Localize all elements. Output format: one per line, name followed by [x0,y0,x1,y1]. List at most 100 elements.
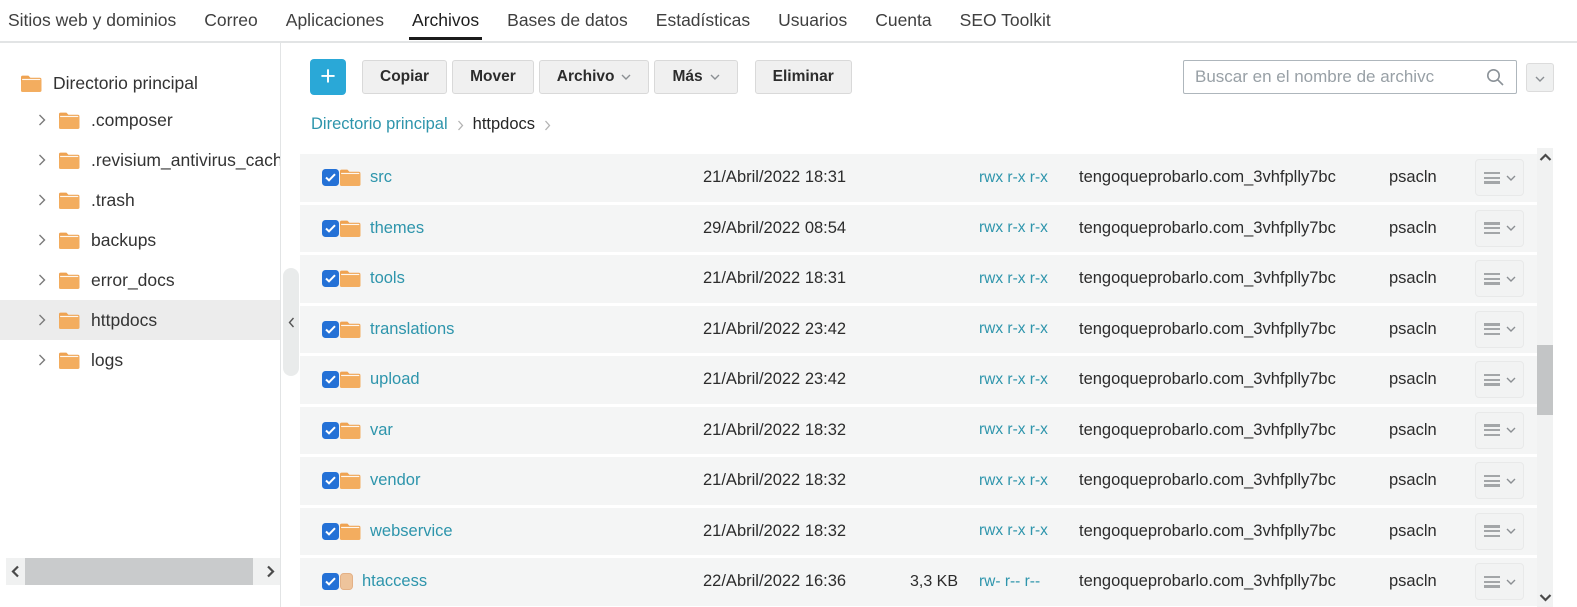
file-owner: tengoqueprobarlo.com_3vhfplly7bc [1079,471,1336,490]
chevron-down-icon [710,74,720,80]
row-checkbox[interactable] [322,472,339,490]
sidebar-horizontal-scrollbar[interactable] [6,558,280,585]
file-owner: tengoqueprobarlo.com_3vhfplly7bc [1079,168,1336,187]
chevron-down-icon [1506,579,1516,585]
chevron-right-icon[interactable] [38,194,46,206]
row-checkbox[interactable] [322,371,339,389]
permissions-link[interactable]: rwx r-x r-x [979,169,1048,186]
row-menu-button[interactable] [1475,209,1524,247]
sidebar-item-httpdocs[interactable]: httpdocs [0,300,280,340]
archivo-button[interactable]: Archivo [538,60,650,94]
chevron-right-icon[interactable] [38,114,46,126]
sidebar-folder-label: .revisium_antivirus_cach [91,149,280,170]
vertical-scrollbar-thumb[interactable] [1537,345,1553,415]
chevron-down-icon [1506,377,1516,383]
row-menu-button[interactable] [1475,361,1524,399]
sidebar-item-trash[interactable]: .trash [0,180,280,220]
chevron-right-icon[interactable] [38,234,46,246]
file-group: psacln [1389,168,1437,187]
row-checkbox[interactable] [322,421,339,439]
eliminar-button[interactable]: Eliminar [754,60,852,94]
scroll-left-arrow-icon[interactable] [11,558,20,585]
permissions-link[interactable]: rw- r-- r-- [979,573,1040,590]
breadcrumb-root-link[interactable]: Directorio principal [311,115,448,134]
permissions-link[interactable]: rwx r-x r-x [979,219,1048,236]
chevron-right-icon[interactable] [38,314,46,326]
row-checkbox[interactable] [322,522,339,540]
modified-date: 21/Abril/2022 18:32 [703,420,847,439]
folder-icon [59,152,80,169]
permissions-link[interactable]: rwx r-x r-x [979,522,1048,539]
file-name-link[interactable]: themes [370,219,424,238]
nav-tab-aplicaciones[interactable]: Aplicaciones [272,0,398,41]
row-menu-button[interactable] [1475,159,1524,197]
permissions-link[interactable]: rwx r-x r-x [979,472,1048,489]
permissions-link[interactable]: rwx r-x r-x [979,270,1048,287]
sidebar-item-composer[interactable]: .composer [0,100,280,140]
mover-button[interactable]: Mover [452,60,534,94]
sidebar-item-logs[interactable]: logs [0,340,280,380]
file-name-link[interactable]: var [370,421,393,440]
sidebar-item-revisium-antivirus-cach[interactable]: .revisium_antivirus_cach [0,140,280,180]
file-name-link[interactable]: translations [370,320,454,339]
toolbar-button-label: Archivo [556,68,615,85]
sidebar-item-error-docs[interactable]: error_docs [0,260,280,300]
nav-tab-estad-sticas[interactable]: Estadísticas [642,0,764,41]
chevron-down-icon [1506,528,1516,535]
add-new-button[interactable]: + [310,59,346,95]
copiar-button[interactable]: Copiar [362,60,448,94]
file-group: psacln [1389,572,1437,591]
modified-date: 21/Abril/2022 18:32 [703,471,847,490]
file-group: psacln [1389,420,1437,439]
row-checkbox[interactable] [322,573,339,591]
row-menu-button[interactable] [1475,411,1524,449]
file-name-link[interactable]: vendor [370,471,420,490]
nav-tab-bases-de-datos[interactable]: Bases de datos [493,0,642,41]
m-s-button[interactable]: Más [654,60,738,94]
sidebar-item-backups[interactable]: backups [0,220,280,260]
row-checkbox[interactable] [322,320,339,338]
row-checkbox[interactable] [322,219,339,237]
chevron-right-icon[interactable] [38,274,46,286]
row-menu-button[interactable] [1475,563,1524,601]
search-icon[interactable] [1486,68,1505,92]
chevron-right-icon[interactable] [38,154,46,166]
search-input[interactable] [1183,60,1517,94]
nav-tab-usuarios[interactable]: Usuarios [764,0,861,41]
row-menu-button[interactable] [1475,310,1524,348]
nav-tab-archivos[interactable]: Archivos [398,0,493,41]
file-name-link[interactable]: upload [370,370,420,389]
row-menu-button[interactable] [1475,260,1524,298]
row-menu-button[interactable] [1475,512,1524,550]
table-row-tools: tools 21/Abril/2022 18:31 rwx r-x r-x te… [300,255,1537,303]
permissions-link[interactable]: rwx r-x r-x [979,421,1048,438]
scroll-down-arrow-icon[interactable] [1537,593,1553,602]
file-name-link[interactable]: webservice [370,522,453,541]
directory-tree: .composer .revisium_antivirus_cach .tras… [0,100,280,380]
file-owner: tengoqueprobarlo.com_3vhfplly7bc [1079,420,1336,439]
scroll-up-arrow-icon[interactable] [1537,153,1553,162]
sidebar-collapse-handle[interactable] [283,268,299,376]
permissions-link[interactable]: rwx r-x r-x [979,320,1048,337]
file-group: psacln [1389,370,1437,389]
vertical-scrollbar[interactable] [1537,148,1553,607]
row-checkbox[interactable] [322,169,339,187]
chevron-down-icon [621,74,631,80]
row-menu-button[interactable] [1475,462,1524,500]
file-name-link[interactable]: tools [370,269,405,288]
permissions-link[interactable]: rwx r-x r-x [979,371,1048,388]
nav-tab-cuenta[interactable]: Cuenta [861,0,945,41]
nav-tab-correo[interactable]: Correo [190,0,272,41]
sidebar-root-directory[interactable]: Directorio principal [0,67,280,99]
scroll-right-arrow-icon[interactable] [266,558,275,585]
row-checkbox[interactable] [322,270,339,288]
toolbar-button-label: Más [672,68,703,85]
file-name-link[interactable]: src [370,168,392,187]
folder-icon [340,371,361,389]
chevron-right-icon[interactable] [38,354,46,366]
search-options-dropdown-button[interactable] [1526,63,1554,92]
horizontal-scrollbar-thumb[interactable] [25,558,253,585]
file-name-link[interactable]: htaccess [362,572,427,591]
nav-tab-seo-toolkit[interactable]: SEO Toolkit [946,0,1065,41]
nav-tab-sitios-web-y-dominios[interactable]: Sitios web y dominios [0,0,190,41]
